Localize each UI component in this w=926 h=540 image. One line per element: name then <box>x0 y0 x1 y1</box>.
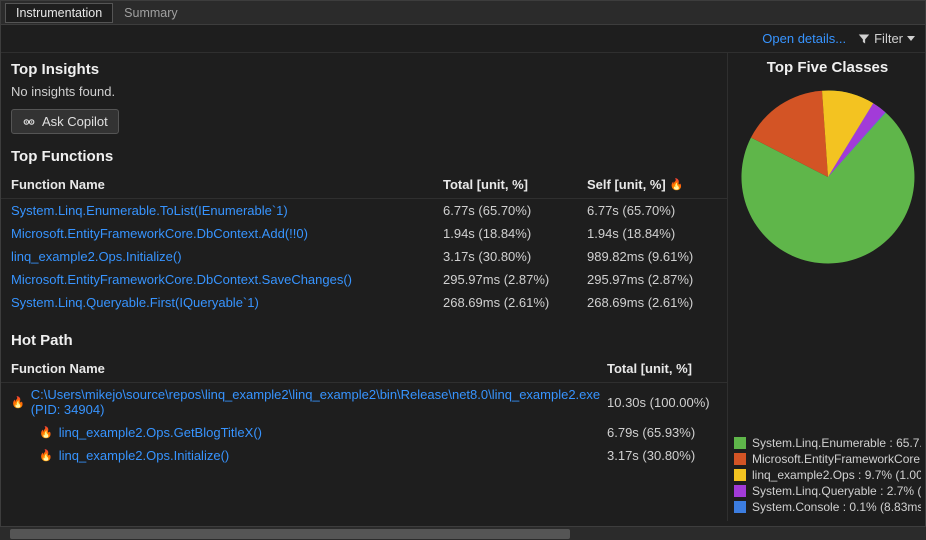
legend-item[interactable]: System.Console : 0.1% (8.83ms) <box>734 499 921 515</box>
self-value: 295.97ms (2.87%) <box>587 272 717 287</box>
hot-path-title: Hot Path <box>1 328 727 355</box>
top-functions-title: Top Functions <box>1 144 727 171</box>
tab-instrumentation[interactable]: Instrumentation <box>5 3 113 23</box>
col-self[interactable]: Self [unit, %] 🔥 <box>587 177 717 192</box>
col-total[interactable]: Total [unit, %] <box>607 361 717 376</box>
pie-title: Top Five Classes <box>734 57 921 80</box>
total-value: 6.79s (65.93%) <box>607 425 717 440</box>
main-content: Top Insights No insights found. Ask Copi… <box>1 53 925 521</box>
table-row[interactable]: System.Linq.Enumerable.ToList(IEnumerabl… <box>1 199 727 222</box>
flame-icon: 🔥 <box>670 178 684 191</box>
open-details-link[interactable]: Open details... <box>762 31 846 46</box>
col-function-name[interactable]: Function Name <box>11 177 439 192</box>
hot-path-row[interactable]: 🔥 C:\Users\mikejo\source\repos\linq_exam… <box>1 383 727 421</box>
top-insights-title: Top Insights <box>1 57 727 84</box>
legend-item[interactable]: System.Linq.Queryable : 2.7% (... <box>734 483 921 499</box>
table-row[interactable]: System.Linq.Queryable.First(IQueryable`1… <box>1 291 727 314</box>
filter-button[interactable]: Filter <box>858 31 915 46</box>
legend-swatch <box>734 485 746 497</box>
pie-chart[interactable] <box>735 84 921 270</box>
tab-bar: Instrumentation Summary <box>1 1 925 25</box>
no-insights-text: No insights found. <box>1 84 727 109</box>
legend-item[interactable]: linq_example2.Ops : 9.7% (1.00s) <box>734 467 921 483</box>
hot-path-header: Function Name Total [unit, %] <box>1 355 727 383</box>
self-value: 1.94s (18.84%) <box>587 226 717 241</box>
total-value: 3.17s (30.80%) <box>443 249 583 264</box>
total-value: 295.97ms (2.87%) <box>443 272 583 287</box>
total-value: 268.69ms (2.61%) <box>443 295 583 310</box>
horizontal-scrollbar[interactable] <box>0 526 926 540</box>
function-link[interactable]: Microsoft.EntityFrameworkCore.DbContext.… <box>11 226 439 241</box>
function-link[interactable]: linq_example2.Ops.Initialize() <box>11 249 439 264</box>
legend-swatch <box>734 469 746 481</box>
function-link[interactable]: linq_example2.Ops.Initialize() <box>59 448 601 463</box>
scrollbar-thumb[interactable] <box>10 529 570 539</box>
hot-path-row[interactable]: 🔥 linq_example2.Ops.Initialize() 3.17s (… <box>1 444 727 467</box>
left-column: Top Insights No insights found. Ask Copi… <box>1 53 727 521</box>
col-self-label: Self [unit, %] <box>587 177 666 192</box>
function-link[interactable]: System.Linq.Queryable.First(IQueryable`1… <box>11 295 439 310</box>
col-total[interactable]: Total [unit, %] <box>443 177 583 192</box>
table-row[interactable]: linq_example2.Ops.Initialize() 3.17s (30… <box>1 245 727 268</box>
legend-label: System.Linq.Enumerable : 65.7... <box>752 436 921 450</box>
total-value: 6.77s (65.70%) <box>443 203 583 218</box>
flame-icon: 🔥 <box>39 426 53 439</box>
filter-icon <box>858 33 870 45</box>
self-value: 268.69ms (2.61%) <box>587 295 717 310</box>
function-link[interactable]: System.Linq.Enumerable.ToList(IEnumerabl… <box>11 203 439 218</box>
legend-label: System.Console : 0.1% (8.83ms) <box>752 500 921 514</box>
hot-path-row[interactable]: 🔥 linq_example2.Ops.GetBlogTitleX() 6.79… <box>1 421 727 444</box>
legend-label: Microsoft.EntityFrameworkCore... <box>752 452 921 466</box>
legend-swatch <box>734 453 746 465</box>
legend-label: linq_example2.Ops : 9.7% (1.00s) <box>752 468 921 482</box>
function-link[interactable]: Microsoft.EntityFrameworkCore.DbContext.… <box>11 272 439 287</box>
total-value: 10.30s (100.00%) <box>607 395 717 410</box>
self-value: 6.77s (65.70%) <box>587 203 717 218</box>
col-function-name[interactable]: Function Name <box>11 361 607 376</box>
filter-label: Filter <box>874 31 903 46</box>
ask-copilot-label: Ask Copilot <box>42 114 108 129</box>
legend-label: System.Linq.Queryable : 2.7% (... <box>752 484 921 498</box>
function-link[interactable]: C:\Users\mikejo\source\repos\linq_exampl… <box>31 387 601 417</box>
legend-item[interactable]: System.Linq.Enumerable : 65.7... <box>734 435 921 451</box>
legend-swatch <box>734 437 746 449</box>
tab-summary[interactable]: Summary <box>113 3 188 23</box>
table-row[interactable]: Microsoft.EntityFrameworkCore.DbContext.… <box>1 222 727 245</box>
legend-swatch <box>734 501 746 513</box>
flame-icon: 🔥 <box>39 449 53 462</box>
legend-item[interactable]: Microsoft.EntityFrameworkCore... <box>734 451 921 467</box>
pie-legend: System.Linq.Enumerable : 65.7... Microso… <box>734 435 921 515</box>
total-value: 1.94s (18.84%) <box>443 226 583 241</box>
total-value: 3.17s (30.80%) <box>607 448 717 463</box>
ask-copilot-button[interactable]: Ask Copilot <box>11 109 119 134</box>
function-link[interactable]: linq_example2.Ops.GetBlogTitleX() <box>59 425 601 440</box>
self-value: 989.82ms (9.61%) <box>587 249 717 264</box>
table-row[interactable]: Microsoft.EntityFrameworkCore.DbContext.… <box>1 268 727 291</box>
flame-icon: 🔥 <box>11 396 25 409</box>
top-functions-header: Function Name Total [unit, %] Self [unit… <box>1 171 727 199</box>
toolbar: Open details... Filter <box>1 25 925 53</box>
chevron-down-icon <box>907 36 915 41</box>
right-column: Top Five Classes <box>727 53 925 521</box>
copilot-icon <box>22 115 36 129</box>
